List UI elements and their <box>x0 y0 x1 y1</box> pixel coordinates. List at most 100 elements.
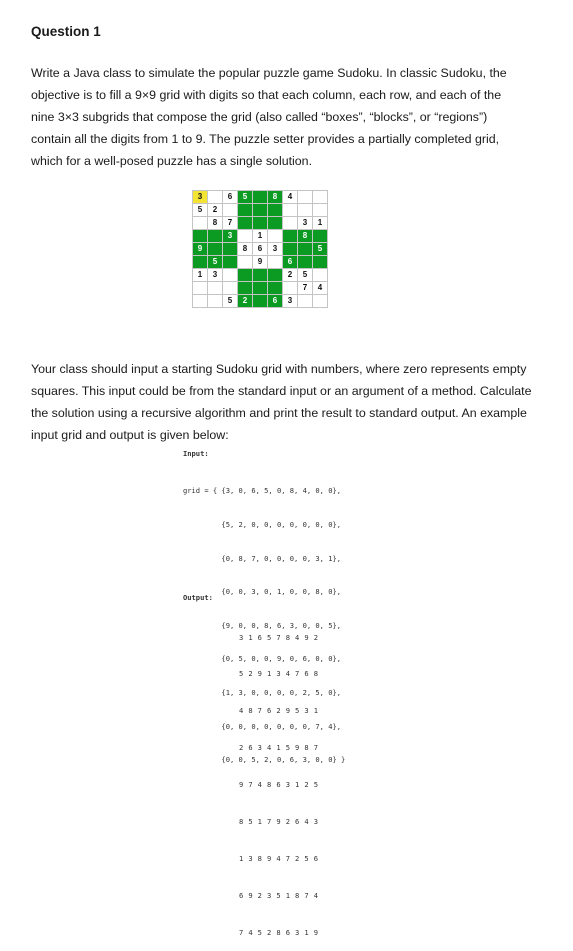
output-label: Output: <box>183 593 213 602</box>
grid-cell <box>297 294 313 308</box>
grid-cell <box>312 229 328 243</box>
output-line: 2 6 3 4 1 5 9 8 7 <box>239 743 319 753</box>
output-line: 4 8 7 6 2 9 5 3 1 <box>239 706 319 716</box>
text-line: input grid and output is given below: <box>31 428 229 442</box>
grid-cell <box>237 255 253 269</box>
grid-cell: 8 <box>207 216 223 230</box>
text-line: Your class should input a starting Sudok… <box>31 362 527 376</box>
code-line: {0, 8, 7, 0, 0, 0, 0, 3, 1}, <box>183 553 342 563</box>
grid-cell: 4 <box>282 190 298 204</box>
grid-cell: 1 <box>252 229 268 243</box>
grid-cell: 8 <box>297 229 313 243</box>
output-block: 3 1 6 5 7 8 4 9 2 5 2 9 1 3 4 7 6 8 4 8 … <box>239 607 318 951</box>
grid-cell: 8 <box>267 190 283 204</box>
output-line: 1 3 8 9 4 7 2 5 6 <box>239 853 319 863</box>
grid-cell <box>237 203 253 217</box>
output-line: 8 5 1 7 9 2 6 4 3 <box>239 817 319 827</box>
input-label: Input: <box>183 449 209 458</box>
text-line: nine 3×3 subgrids that compose the grid … <box>31 110 488 124</box>
grid-cell: 7 <box>222 216 238 230</box>
grid-cell <box>192 229 208 243</box>
grid-cell <box>222 255 238 269</box>
grid-row: 52 <box>192 203 328 217</box>
text-line: squares. This input could be from the st… <box>31 384 532 398</box>
grid-cell: 6 <box>282 255 298 269</box>
output-line: 3 1 6 5 7 8 4 9 2 <box>239 632 319 642</box>
grid-cell <box>252 268 268 282</box>
grid-cell <box>312 268 328 282</box>
grid-cell <box>282 203 298 217</box>
grid-cell: 3 <box>207 268 223 282</box>
grid-cell <box>282 281 298 295</box>
text-line: which for a well-posed puzzle has a sing… <box>31 154 313 168</box>
grid-row: 13 25 <box>192 268 328 282</box>
output-line: 7 4 5 2 8 6 3 1 9 <box>239 927 319 937</box>
grid-cell <box>267 268 283 282</box>
grid-cell <box>267 216 283 230</box>
grid-cell <box>192 281 208 295</box>
grid-cell <box>312 255 328 269</box>
grid-cell: 6 <box>252 242 268 256</box>
grid-cell <box>222 203 238 217</box>
grid-cell <box>312 203 328 217</box>
grid-cell: 4 <box>312 281 328 295</box>
text-line: contain all the digits from 1 to 9. The … <box>31 132 500 146</box>
grid-cell <box>297 255 313 269</box>
grid-cell <box>207 229 223 243</box>
grid-row: 31 8 <box>192 229 328 243</box>
grid-cell: 3 <box>282 294 298 308</box>
grid-cell: 2 <box>237 294 253 308</box>
grid-row: 5263 <box>192 294 328 308</box>
grid-cell: 1 <box>312 216 328 230</box>
grid-cell: 3 <box>222 229 238 243</box>
grid-row: 9 863 5 <box>192 242 328 256</box>
grid-cell: 5 <box>222 294 238 308</box>
grid-cell <box>237 281 253 295</box>
grid-cell: 9 <box>192 242 208 256</box>
grid-cell <box>267 203 283 217</box>
grid-cell: 3 <box>192 190 208 204</box>
grid-cell <box>297 190 313 204</box>
output-line: 6 9 2 3 5 1 8 7 4 <box>239 890 319 900</box>
grid-cell: 5 <box>192 203 208 217</box>
grid-cell <box>222 281 238 295</box>
grid-cell <box>222 242 238 256</box>
grid-cell <box>192 255 208 269</box>
grid-cell: 7 <box>297 281 313 295</box>
grid-cell <box>252 203 268 217</box>
grid-cell: 2 <box>282 268 298 282</box>
grid-cell: 5 <box>207 255 223 269</box>
text-line: the solution using a recursive algorithm… <box>31 406 527 420</box>
grid-cell <box>207 294 223 308</box>
grid-cell <box>282 216 298 230</box>
grid-cell <box>297 242 313 256</box>
grid-cell: 5 <box>297 268 313 282</box>
grid-row: 5 96 <box>192 255 328 269</box>
grid-cell <box>267 255 283 269</box>
grid-cell <box>312 294 328 308</box>
instructions-paragraph: Your class should input a starting Sudok… <box>31 358 551 446</box>
grid-cell <box>237 229 253 243</box>
text-line: objective is to fill a 9×9 grid with dig… <box>31 88 502 102</box>
grid-row: 87 31 <box>192 216 328 230</box>
grid-cell <box>192 216 208 230</box>
grid-cell: 5 <box>312 242 328 256</box>
code-line: {5, 2, 0, 0, 0, 0, 0, 0, 0}, <box>183 520 342 530</box>
grid-cell <box>252 281 268 295</box>
grid-row: 36584 <box>192 190 328 204</box>
grid-cell <box>252 190 268 204</box>
question-heading: Question 1 <box>31 24 101 39</box>
grid-cell: 1 <box>192 268 208 282</box>
intro-paragraph: Write a Java class to simulate the popul… <box>31 62 551 172</box>
grid-cell <box>282 229 298 243</box>
output-line: 5 2 9 1 3 4 7 6 8 <box>239 669 319 679</box>
grid-cell <box>312 190 328 204</box>
code-line: grid = { {3, 0, 6, 5, 0, 8, 4, 0, 0}, <box>183 486 342 496</box>
grid-cell: 2 <box>207 203 223 217</box>
sudoku-puzzle-grid: 36584528731318986355961325745263 <box>192 190 328 308</box>
grid-cell <box>207 242 223 256</box>
grid-cell <box>252 216 268 230</box>
grid-cell: 3 <box>267 242 283 256</box>
grid-cell <box>192 294 208 308</box>
grid-cell <box>282 242 298 256</box>
